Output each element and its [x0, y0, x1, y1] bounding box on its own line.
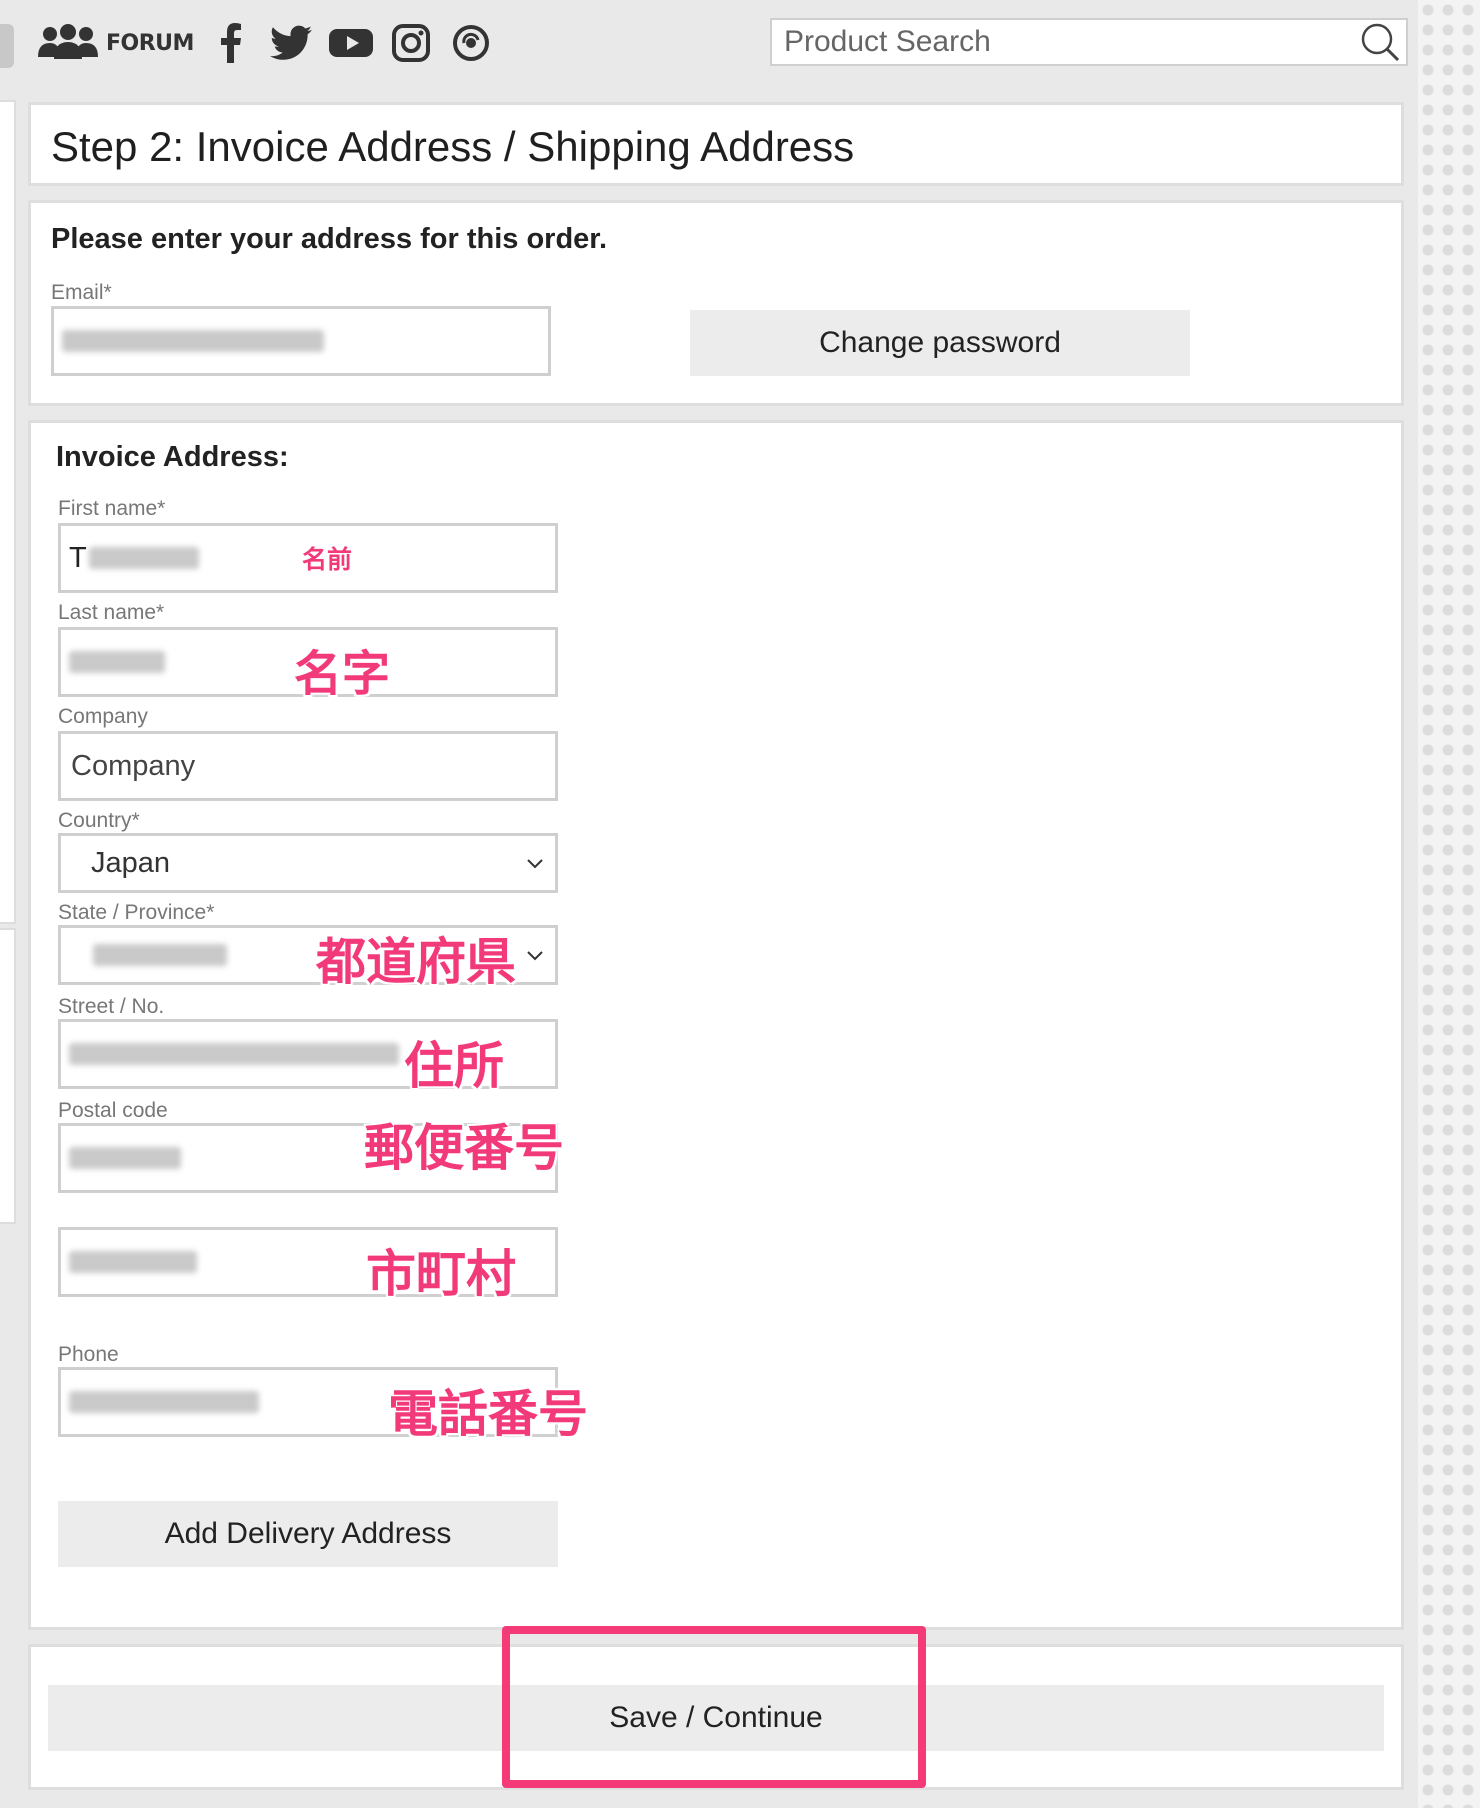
company-label: Company: [58, 705, 148, 728]
country-value: Japan: [91, 846, 171, 879]
invoice-address-panel: Invoice Address: First name* T Last name…: [28, 420, 1404, 1630]
product-search-box: [770, 18, 1408, 66]
save-button-highlight: [502, 1626, 926, 1788]
forum-link[interactable]: FORUM: [36, 23, 194, 63]
redacted-value: [69, 1391, 259, 1413]
change-password-button[interactable]: Change password: [690, 310, 1190, 376]
dotted-background-strip: [1418, 0, 1480, 1808]
search-icon: [1361, 23, 1400, 62]
twitter-link[interactable]: [268, 20, 314, 66]
company-field[interactable]: [58, 731, 558, 801]
annotation-street: 住所: [404, 1037, 504, 1095]
step-title-panel: Step 2: Invoice Address / Shipping Addre…: [28, 102, 1404, 186]
instagram-link[interactable]: [388, 20, 434, 66]
add-delivery-address-button[interactable]: Add Delivery Address: [58, 1501, 558, 1567]
facebook-icon: [220, 23, 241, 63]
redacted-value: [69, 1147, 181, 1169]
postal-code-label: Postal code: [58, 1099, 168, 1122]
annotation-postal-code: 郵便番号: [364, 1119, 564, 1177]
redacted-value: [69, 1043, 399, 1065]
annotation-state: 都道府県: [316, 933, 516, 991]
instagram-icon: [391, 24, 430, 62]
annotation-phone: 電話番号: [388, 1385, 588, 1443]
youtube-icon: [328, 29, 373, 57]
page-title: Step 2: Invoice Address / Shipping Addre…: [51, 123, 855, 170]
email-field[interactable]: [51, 306, 551, 376]
country-label: Country*: [58, 809, 140, 832]
search-button[interactable]: [1354, 20, 1406, 64]
side-tab[interactable]: [0, 24, 14, 68]
redacted-value: [69, 1251, 197, 1273]
search-input[interactable]: [772, 20, 1354, 64]
redacted-value: [93, 944, 227, 966]
annotation-city: 市町村: [366, 1245, 516, 1303]
chevron-down-icon: [527, 951, 543, 961]
left-sidebar-edge: [0, 928, 16, 1224]
street-label: Street / No.: [58, 995, 165, 1018]
phone-label: Phone: [58, 1343, 119, 1366]
youtube-link[interactable]: [328, 20, 374, 66]
email-label: Email*: [51, 281, 112, 304]
people-icon: [38, 24, 98, 59]
annotation-last-name: 名字: [294, 646, 391, 702]
redacted-value: [88, 547, 199, 569]
other-social-link[interactable]: [448, 20, 494, 66]
redacted-value: [69, 651, 165, 673]
left-sidebar-edge: [0, 100, 16, 924]
chevron-down-icon: [527, 859, 543, 869]
country-select[interactable]: Japan: [58, 833, 558, 893]
redacted-email: [62, 330, 324, 352]
twitter-icon: [269, 25, 312, 60]
company-input[interactable]: [69, 748, 547, 784]
state-label: State / Province*: [58, 901, 215, 924]
intro-text: Please enter your address for this order…: [51, 223, 608, 255]
circle-link-icon: [452, 25, 489, 61]
facebook-link[interactable]: [208, 20, 254, 66]
last-name-label: Last name*: [58, 601, 165, 624]
email-panel: Please enter your address for this order…: [28, 200, 1404, 406]
annotation-first-name: 名前: [302, 545, 353, 574]
forum-label: FORUM: [106, 30, 194, 56]
social-links: FORUM: [36, 18, 494, 68]
invoice-section-title: Invoice Address:: [56, 441, 289, 473]
first-name-label: First name*: [58, 497, 166, 520]
